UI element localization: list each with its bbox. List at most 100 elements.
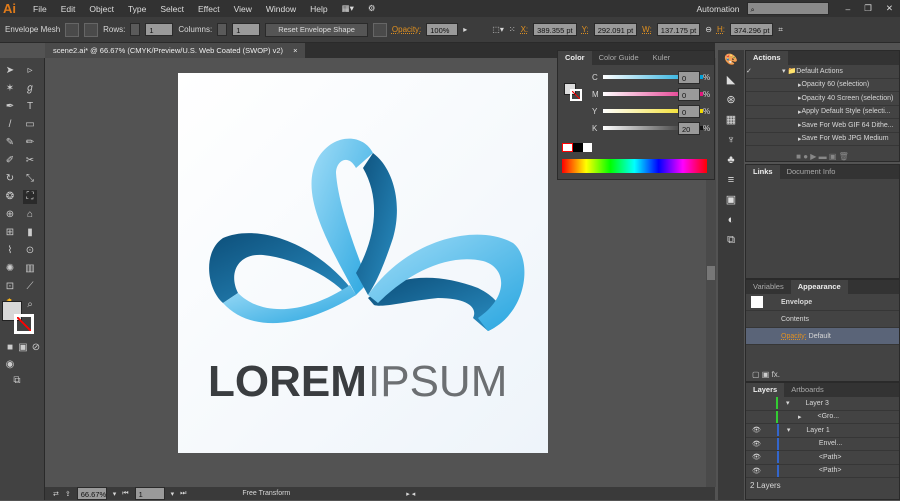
slice-tool-icon[interactable]: ⟋	[23, 280, 37, 294]
page-dropdown-icon[interactable]: ▾	[171, 490, 175, 498]
stroke-swatch[interactable]	[14, 314, 34, 334]
line-tool-icon[interactable]: /	[3, 118, 17, 132]
gradient-icon[interactable]: ▣	[718, 190, 744, 210]
lasso-icon[interactable]: ℊ	[23, 82, 37, 96]
color-spectrum[interactable]	[562, 159, 707, 173]
rectangle-tool-icon[interactable]: ▭	[23, 118, 37, 132]
scroll-thumb[interactable]	[707, 266, 715, 280]
layer-row[interactable]: 👁 <Path>	[746, 464, 899, 478]
menu-view[interactable]: View	[227, 4, 259, 14]
layer-row[interactable]: 👁 <Path>	[746, 451, 899, 465]
current-tool-status[interactable]: Free Transform	[242, 490, 290, 497]
transform-icon[interactable]: ⌗	[778, 25, 783, 35]
quick-swatches[interactable]	[562, 143, 592, 152]
stroke-icon[interactable]: ≡	[718, 170, 744, 190]
menu-help[interactable]: Help	[303, 4, 334, 14]
paintbrush-icon[interactable]: ✎	[3, 136, 17, 150]
tab-document-info[interactable]: Document Info	[780, 165, 843, 179]
menu-effect[interactable]: Effect	[191, 4, 227, 14]
actions-footer-buttons[interactable]: ■ ● ▶ ▬ ▣ 🗑	[746, 146, 899, 161]
envelope-options-icon[interactable]	[372, 22, 387, 37]
tab-actions[interactable]: Actions	[746, 51, 788, 65]
columns-input[interactable]: 1	[232, 23, 261, 36]
action-item[interactable]: ▸ Opacity 60 (selection)	[746, 79, 899, 92]
magic-wand-icon[interactable]: ✶	[3, 82, 17, 96]
restore-button[interactable]: ❐	[857, 3, 879, 14]
none-mode-icon[interactable]: ⊘	[29, 341, 43, 355]
reference-point-icon[interactable]: ⁙	[509, 25, 516, 34]
perspective-grid-icon[interactable]: ⌂	[23, 208, 37, 222]
status-play-icon[interactable]: ▸ ◂	[406, 490, 415, 498]
color-panel-icon[interactable]: 🎨	[718, 50, 744, 70]
kuler-icon[interactable]: ⊛	[718, 90, 744, 110]
screen-mode-icon[interactable]: ⧉	[10, 374, 24, 388]
reset-envelope-button[interactable]: Reset Envelope Shape	[265, 22, 368, 37]
opacity-link[interactable]: Opacity:	[781, 333, 807, 340]
add-stroke-icon[interactable]: ▢ ▣ fx.	[752, 370, 780, 379]
menu-select[interactable]: Select	[153, 4, 191, 14]
rows-spinner[interactable]	[130, 23, 141, 36]
type-tool-icon[interactable]: T	[23, 100, 37, 114]
share-icon[interactable]: ⇪	[65, 490, 71, 498]
opacity-label[interactable]: Opacity:	[392, 25, 421, 34]
menu-file[interactable]: File	[26, 4, 54, 14]
minimize-button[interactable]: –	[839, 4, 858, 14]
black-input[interactable]: 20	[678, 122, 700, 135]
swatches-icon[interactable]: ▦	[718, 110, 744, 130]
layer-row[interactable]: ▸ <Gro...	[746, 410, 899, 424]
close-button[interactable]: ✕	[879, 3, 900, 14]
last-page-icon[interactable]: ⏭	[180, 490, 186, 498]
arrange-documents-icon[interactable]: ▦▾	[335, 3, 361, 14]
layer-row[interactable]: 👁 ▾ Layer 1	[746, 424, 899, 438]
align-icon[interactable]: ⬚▾	[492, 25, 504, 34]
tab-artboards[interactable]: Artboards	[784, 383, 831, 397]
menu-object[interactable]: Object	[82, 4, 121, 14]
color-guide-icon[interactable]: ◣	[718, 70, 744, 90]
stroke-color-swatch[interactable]	[570, 89, 582, 101]
tab-links[interactable]: Links	[746, 165, 780, 179]
eyedropper-icon[interactable]: ⌇	[3, 244, 17, 258]
warp-tool-icon[interactable]: ❂	[3, 190, 17, 204]
pen-tool-icon[interactable]: ✒	[3, 100, 17, 114]
page-input[interactable]: 1	[134, 487, 165, 500]
blob-brush-icon[interactable]: ✐	[3, 154, 17, 168]
zoom-input[interactable]: 66.67%	[76, 487, 107, 500]
document-tab[interactable]: scene2.ai* @ 66.67% (CMYK/Preview/U.S. W…	[45, 43, 306, 58]
tab-variables[interactable]: Variables	[746, 280, 791, 294]
rotate-tool-icon[interactable]: ↻	[3, 172, 17, 186]
tab-kuler[interactable]: Kuler	[646, 51, 678, 65]
artboard[interactable]: LOREM IPSUM	[178, 73, 548, 453]
transparency-icon[interactable]: ◐	[718, 210, 744, 230]
shape-builder-icon[interactable]: ⊕	[3, 208, 17, 222]
artboard-nav-icon[interactable]: ⇄	[53, 490, 59, 498]
brushes-icon[interactable]: ♆	[718, 130, 744, 150]
first-page-icon[interactable]: ⏮	[122, 490, 128, 498]
workspace-switcher[interactable]: Automation	[690, 4, 747, 14]
scale-tool-icon[interactable]: ⤡	[23, 172, 37, 186]
layer-row[interactable]: 👁 Envel...	[746, 437, 899, 451]
menu-edit[interactable]: Edit	[54, 4, 83, 14]
action-set[interactable]: ✓ ▾ 📁 Default Actions	[746, 65, 899, 79]
cyan-input[interactable]: 0	[678, 71, 700, 84]
mesh-tool-icon[interactable]: ⊞	[3, 226, 17, 240]
w-input[interactable]: 137.175 pt	[656, 23, 701, 36]
gradient-tool-icon[interactable]: ▮	[23, 226, 37, 240]
selection-tool-icon[interactable]: ➤	[3, 64, 17, 78]
zoom-dropdown-icon[interactable]: ▾	[113, 490, 117, 498]
free-transform-icon[interactable]: ⛶	[23, 190, 37, 204]
fx-button[interactable]: fx.	[772, 370, 780, 379]
symbols-icon[interactable]: ♣	[718, 150, 744, 170]
contents-row[interactable]: Contents	[746, 311, 899, 328]
tab-appearance[interactable]: Appearance	[790, 280, 848, 294]
h-input[interactable]: 374.296 pt	[729, 23, 774, 36]
action-item[interactable]: ▸ Save For Web GIF 64 Dithe...	[746, 119, 899, 133]
opacity-arrow-icon[interactable]: ▸	[463, 25, 467, 34]
magenta-input[interactable]: 0	[678, 88, 700, 101]
edit-contents-icon[interactable]	[65, 22, 80, 37]
tab-layers[interactable]: Layers	[746, 383, 785, 397]
edit-envelope-icon[interactable]	[84, 22, 99, 37]
action-item[interactable]: ▸ Opacity 40 Screen (selection)	[746, 92, 899, 106]
zoom-tool-icon[interactable]: ⌕	[23, 298, 37, 312]
graph-tool-icon[interactable]: ▥	[23, 262, 37, 276]
symbol-sprayer-icon[interactable]: ✺	[3, 262, 17, 276]
